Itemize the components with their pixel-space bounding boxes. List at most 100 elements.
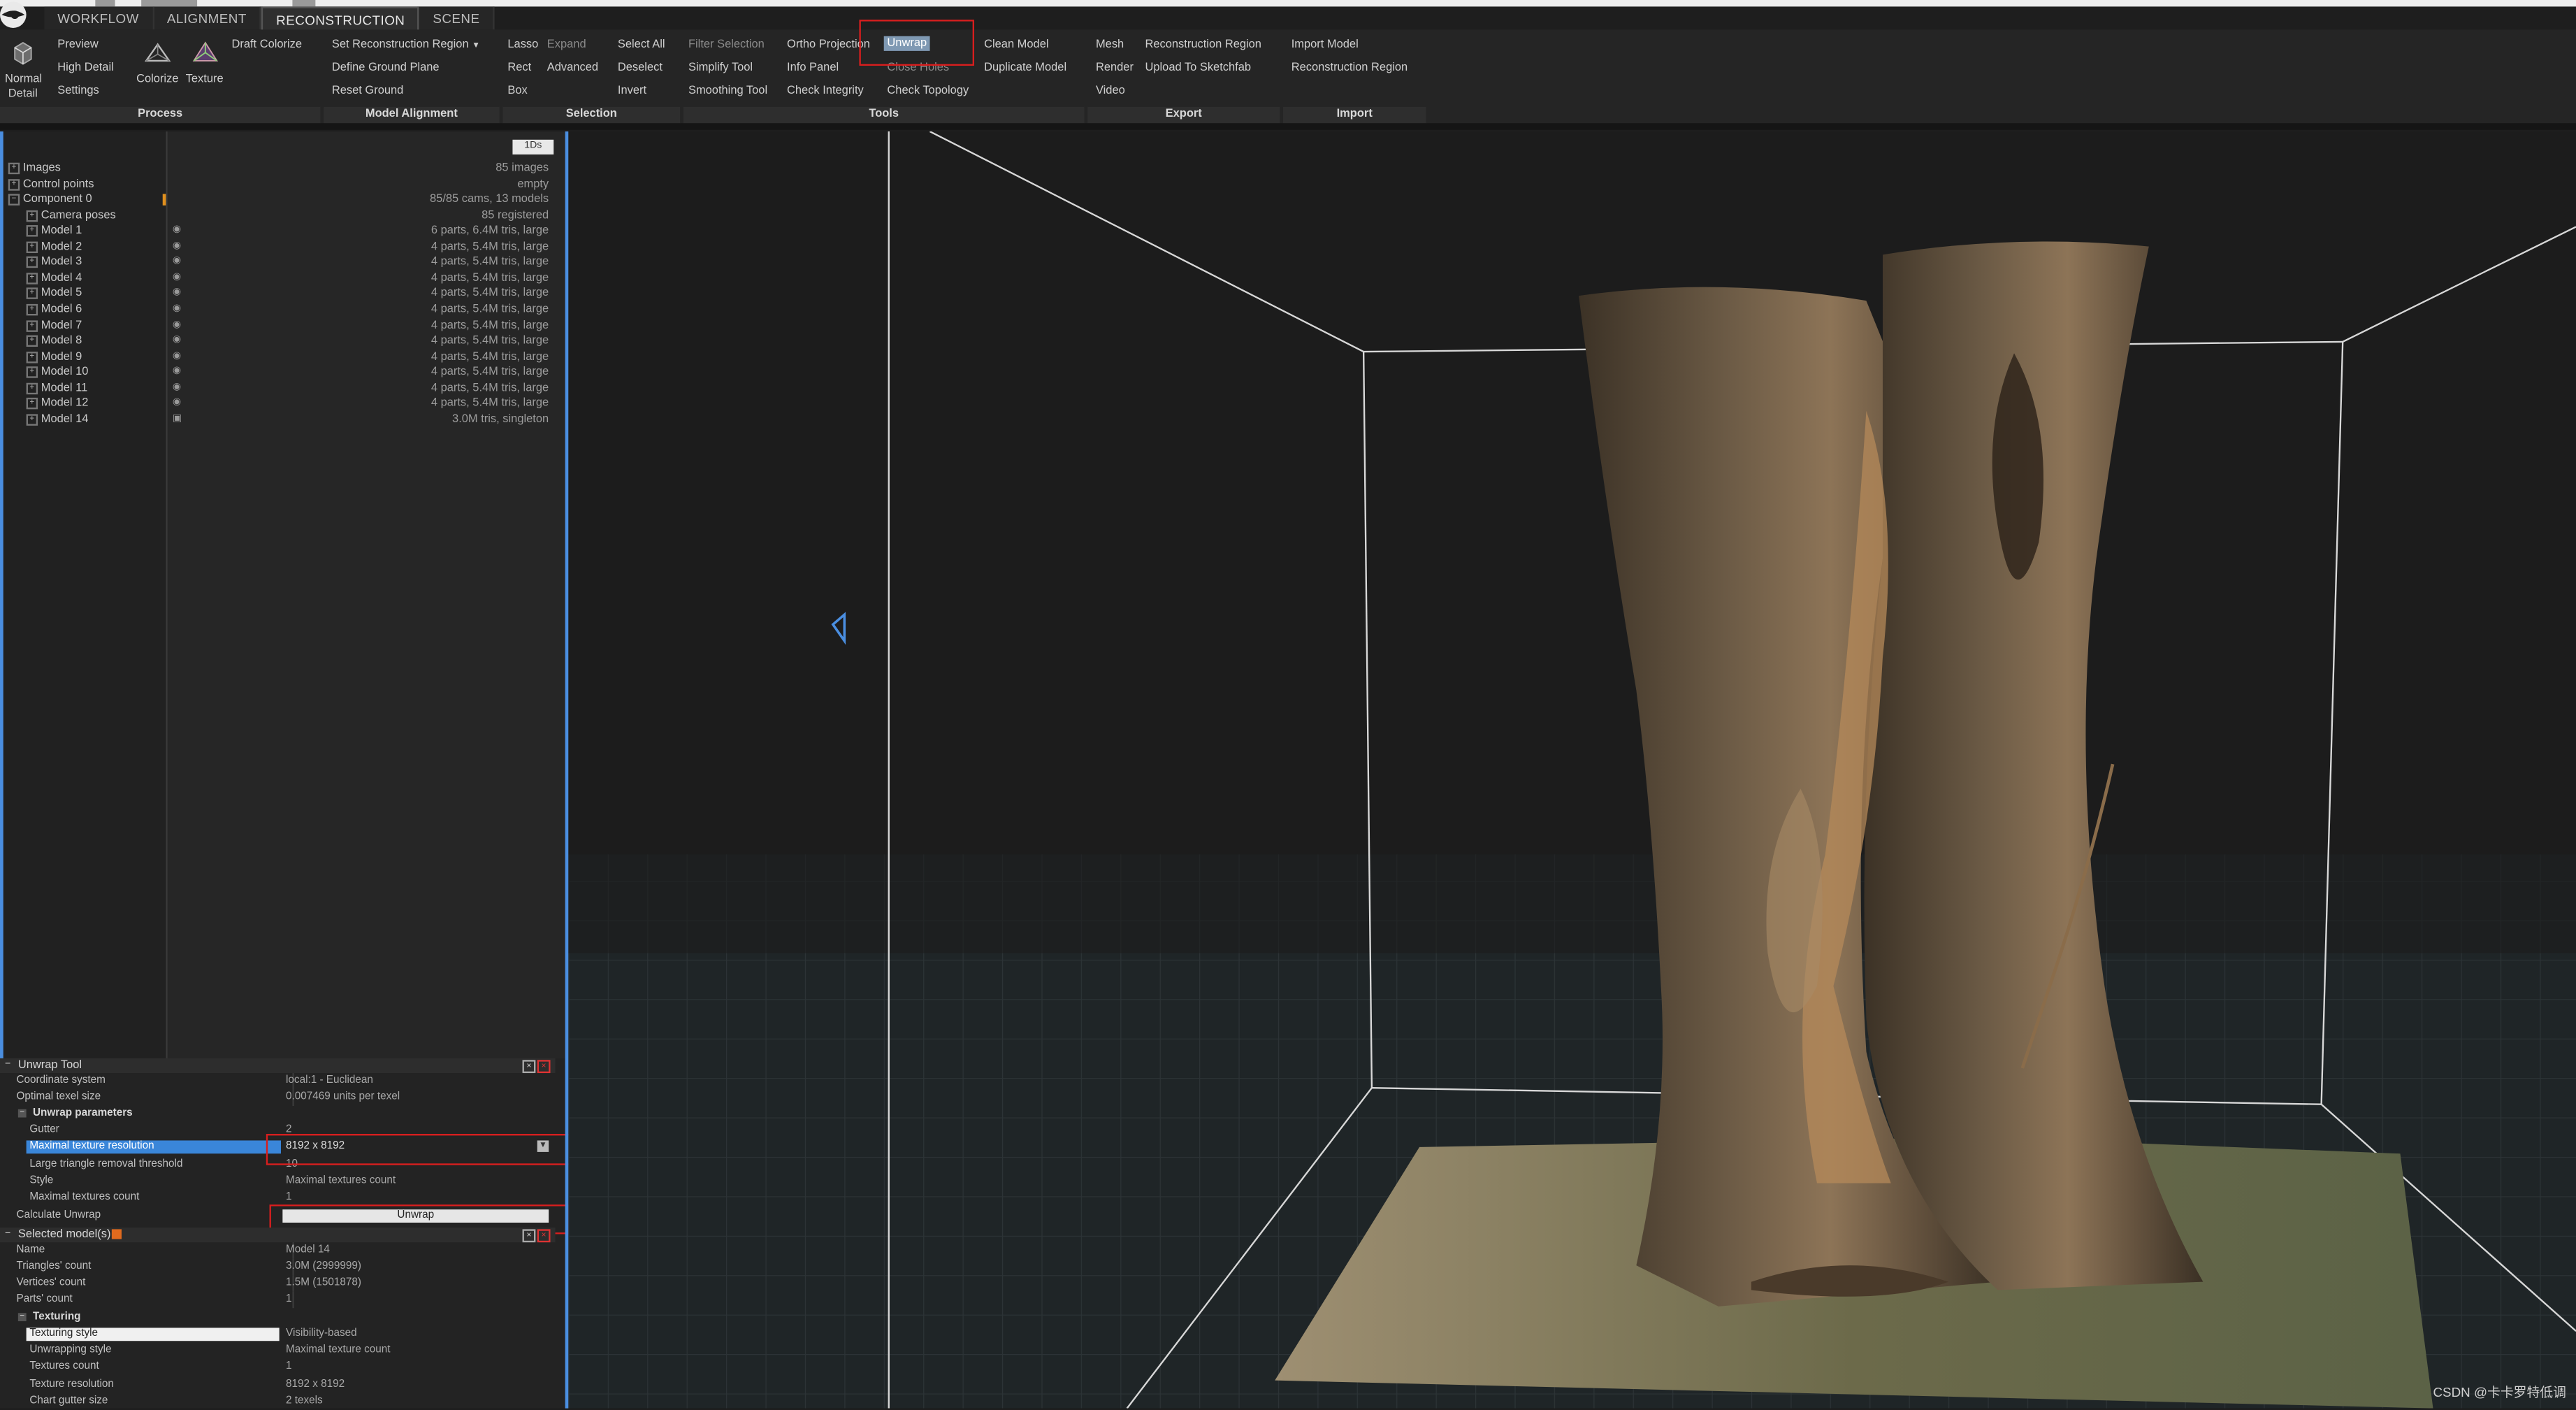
tree-item[interactable]: + Model 3 ◉ 4 parts, 5.4M tris, large (0, 255, 558, 270)
normal-detail-label-1[interactable]: Normal (5, 74, 42, 85)
normal-detail-label-2[interactable]: Detail (8, 89, 38, 100)
box-button[interactable]: Box (507, 85, 527, 96)
section-collapse-icon[interactable]: − (17, 1109, 27, 1118)
expand-toggle-icon[interactable]: + (26, 225, 38, 237)
close-icon[interactable]: × (537, 1060, 551, 1074)
upload-to-sketchfab-button[interactable]: Upload To Sketchfab (1145, 62, 1251, 73)
texture-button[interactable]: Texture (186, 74, 224, 85)
visibility-eye-icon[interactable]: ◉ (173, 396, 181, 411)
visibility-eye-icon[interactable]: ◉ (173, 224, 181, 238)
close-icon[interactable]: × (537, 1229, 551, 1243)
settings-button[interactable]: Settings (57, 85, 99, 96)
tab-scene[interactable]: SCENE (419, 6, 495, 30)
invert-button[interactable]: Invert (618, 85, 646, 96)
define-ground-plane-button[interactable]: Define Ground Plane (332, 62, 440, 73)
tab-reconstruction[interactable]: RECONSTRUCTION (261, 6, 420, 31)
expand-toggle-icon[interactable]: + (26, 210, 38, 222)
expand-toggle-icon[interactable]: + (26, 257, 38, 268)
pin-icon[interactable]: × (522, 1229, 536, 1243)
colorize-button[interactable]: Colorize (136, 74, 178, 85)
tree-item[interactable]: + Model 11 ◉ 4 parts, 5.4M tris, large (0, 381, 558, 396)
lasso-button[interactable]: Lasso (507, 39, 538, 50)
visibility-eye-icon[interactable]: ▣ (173, 412, 182, 427)
prop-value[interactable]: Visibility-based (286, 1326, 357, 1343)
expand-toggle-icon[interactable]: + (26, 382, 38, 394)
high-detail-button[interactable]: High Detail (57, 62, 114, 73)
pin-icon[interactable]: × (522, 1060, 536, 1074)
expand-toggle-icon[interactable]: + (26, 366, 38, 379)
expand-toggle-icon[interactable]: + (26, 351, 38, 363)
clean-model-button[interactable]: Clean Model (984, 39, 1048, 50)
expand-toggle-icon[interactable]: + (26, 288, 38, 300)
collapse-icon[interactable]: − (5, 1228, 10, 1242)
oneds-button[interactable]: 1Ds (512, 139, 554, 154)
visibility-eye-icon[interactable]: ◉ (173, 333, 181, 348)
deselect-button[interactable]: Deselect (618, 62, 663, 73)
export-mesh-button[interactable]: Mesh (1096, 39, 1124, 50)
visibility-eye-icon[interactable]: ◉ (173, 381, 181, 396)
tree-item[interactable]: + Model 8 ◉ 4 parts, 5.4M tris, large (0, 333, 558, 348)
expand-toggle-icon[interactable]: + (8, 162, 20, 175)
rect-button[interactable]: Rect (507, 62, 531, 73)
export-reconstruction-region-button[interactable]: Reconstruction Region (1145, 39, 1261, 50)
tree-item[interactable]: + Model 9 ◉ 4 parts, 5.4M tris, large (0, 350, 558, 364)
check-topology-button[interactable]: Check Topology (887, 85, 969, 96)
expand-toggle-icon[interactable]: + (26, 398, 38, 410)
visibility-eye-icon[interactable]: ◉ (173, 255, 181, 270)
prop-value[interactable]: Maximal textures count (286, 1173, 396, 1190)
smoothing-tool-button[interactable]: Smoothing Tool (688, 85, 767, 96)
import-reconstruction-region-button[interactable]: Reconstruction Region (1291, 62, 1408, 73)
tree-item[interactable]: + Model 10 ◉ 4 parts, 5.4M tris, large (0, 365, 558, 380)
reset-ground-button[interactable]: Reset Ground (332, 85, 403, 96)
section-collapse-icon[interactable]: − (17, 1312, 27, 1322)
collapse-icon[interactable]: − (5, 1058, 10, 1073)
draft-colorize-button[interactable]: Draft Colorize (231, 39, 302, 50)
tab-alignment[interactable]: ALIGNMENT (154, 6, 261, 30)
tree-item[interactable]: + Model 2 ◉ 4 parts, 5.4M tris, large (0, 240, 558, 254)
select-all-button[interactable]: Select All (618, 39, 665, 50)
ortho-projection-button[interactable]: Ortho Projection (787, 39, 870, 50)
tree-item[interactable]: + Model 14 ▣ 3.0M tris, singleton (0, 412, 558, 427)
visibility-eye-icon[interactable]: ◉ (173, 240, 181, 254)
filter-selection-button[interactable]: Filter Selection (688, 39, 765, 50)
export-video-button[interactable]: Video (1096, 85, 1125, 96)
expand-toggle-icon[interactable]: + (8, 178, 20, 190)
check-integrity-button[interactable]: Check Integrity (787, 85, 864, 96)
set-reconstruction-region-button[interactable]: Set Reconstruction Region ▼ (332, 39, 480, 50)
tree-item[interactable]: + Camera poses 85 registered (0, 208, 558, 223)
expand-toggle-icon[interactable]: + (26, 240, 38, 253)
tree-item[interactable]: + Model 1 ◉ 6 parts, 6.4M tris, large (0, 224, 558, 238)
tab-workflow[interactable]: WORKFLOW (44, 6, 154, 30)
visibility-eye-icon[interactable]: ◉ (173, 350, 181, 364)
prop-value[interactable]: Model 14 (286, 1242, 330, 1259)
prop-value[interactable]: local:1 - Euclidean (286, 1073, 373, 1090)
expand-toggle-icon[interactable]: + (26, 272, 38, 285)
tree-item[interactable]: + Model 12 ◉ 4 parts, 5.4M tris, large (0, 396, 558, 411)
visibility-eye-icon[interactable]: ◉ (173, 287, 181, 301)
visibility-eye-icon[interactable]: ◉ (173, 318, 181, 333)
prop-texturing-style[interactable]: Texturing style Visibility-based (26, 1326, 552, 1343)
visibility-eye-icon[interactable]: ◉ (173, 302, 181, 317)
import-model-button[interactable]: Import Model (1291, 39, 1359, 50)
duplicate-model-button[interactable]: Duplicate Model (984, 62, 1066, 73)
expand-toggle-icon[interactable]: − (8, 194, 20, 206)
advanced-button[interactable]: Advanced (547, 62, 598, 73)
tree-item[interactable]: + Control points empty (0, 177, 558, 192)
prop-value[interactable]: 1 (286, 1190, 292, 1207)
prop-value[interactable]: 0.007469 units per texel (286, 1090, 400, 1107)
tree-item[interactable]: + Images 85 images (0, 161, 558, 175)
expand-toggle-icon[interactable]: + (26, 413, 38, 426)
tree-item[interactable]: + Model 4 ◉ 4 parts, 5.4M tris, large (0, 271, 558, 286)
expand-button[interactable]: Expand (547, 39, 586, 50)
expand-toggle-icon[interactable]: + (26, 319, 38, 331)
3d-viewport[interactable]: CSDN @卡卡罗特低调 (568, 131, 2576, 1409)
visibility-eye-icon[interactable]: ◉ (173, 365, 181, 380)
preview-button[interactable]: Preview (57, 39, 99, 50)
expand-toggle-icon[interactable]: + (26, 303, 38, 316)
info-panel-button[interactable]: Info Panel (787, 62, 839, 73)
tree-item[interactable]: + Model 6 ◉ 4 parts, 5.4M tris, large (0, 302, 558, 317)
visibility-eye-icon[interactable]: ◉ (173, 271, 181, 286)
export-render-button[interactable]: Render (1096, 62, 1134, 73)
expand-toggle-icon[interactable]: + (26, 335, 38, 347)
tree-item[interactable]: + Model 5 ◉ 4 parts, 5.4M tris, large (0, 287, 558, 301)
